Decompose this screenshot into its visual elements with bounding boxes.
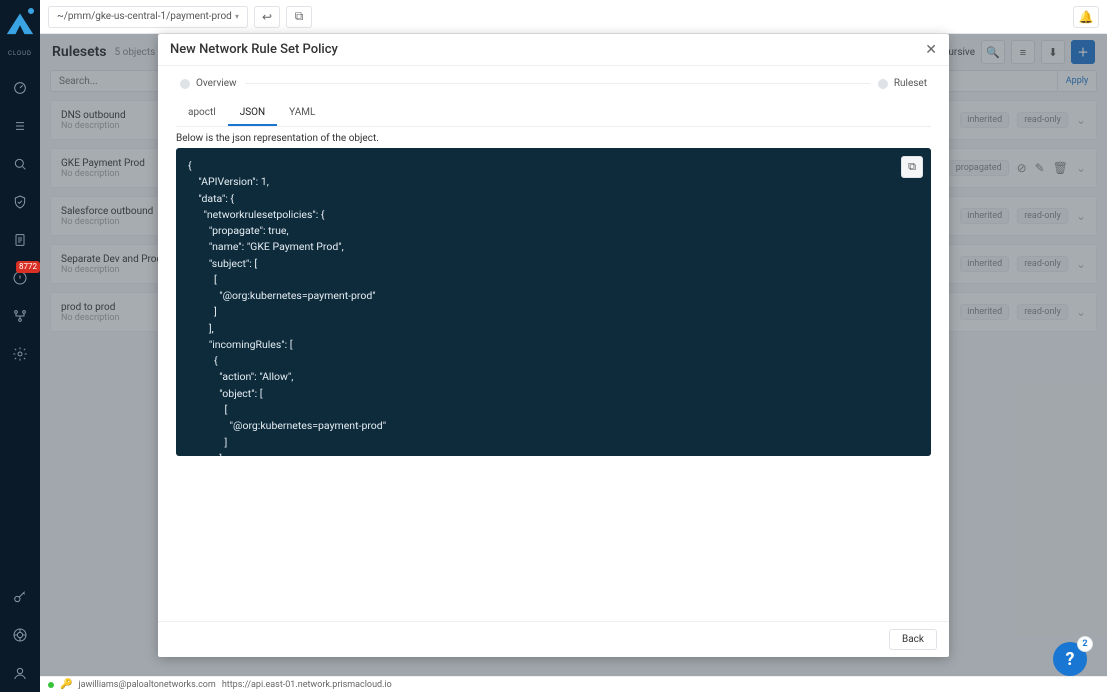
nav-support-icon[interactable]: [0, 616, 40, 654]
code-tabs: apoctl JSON YAML: [176, 101, 931, 127]
modal-dialog: New Network Rule Set Policy ✕ Overview R…: [158, 34, 949, 657]
brand-logo[interactable]: [0, 10, 40, 50]
step-label-overview: Overview: [196, 78, 237, 89]
left-sidebar: CLOUD 8772: [0, 0, 40, 692]
nav-shield-icon[interactable]: [0, 183, 40, 221]
status-url: https://api.east-01.network.prismacloud.…: [222, 680, 392, 690]
notifications-icon[interactable]: 🔔: [1073, 6, 1099, 28]
copy-path-icon[interactable]: ⧉: [286, 6, 312, 28]
back-history-icon[interactable]: ↩: [254, 6, 280, 28]
tab-json[interactable]: JSON: [228, 101, 277, 126]
nav-alert-icon[interactable]: 8772: [0, 259, 40, 297]
back-button[interactable]: Back: [889, 629, 937, 650]
modal-footer: Back: [158, 621, 949, 657]
wizard-stepper: Overview Ruleset: [176, 78, 931, 89]
nav-topology-icon[interactable]: [0, 297, 40, 335]
namespace-select[interactable]: ~/pmm/gke-us-central-1/payment-prod ▾: [48, 6, 248, 28]
json-code-block: ⧉ { "APIVersion": 1, "data": { "networkru…: [176, 148, 931, 456]
nav-user-icon[interactable]: [0, 654, 40, 692]
chevron-down-icon: ▾: [235, 12, 239, 21]
nav-doc-icon[interactable]: [0, 221, 40, 259]
status-user: jawilliams@paloaltonetworks.com: [78, 680, 215, 690]
alert-badge: 8772: [16, 261, 40, 273]
copy-code-button[interactable]: ⧉: [901, 156, 923, 178]
nav-dashboard-icon[interactable]: [0, 69, 40, 107]
modal-header: New Network Rule Set Policy ✕: [158, 34, 949, 66]
help-badge: 2: [1077, 636, 1093, 652]
step-label-ruleset: Ruleset: [894, 78, 927, 89]
help-button[interactable]: ? 2: [1053, 642, 1087, 676]
step-dot-overview[interactable]: [180, 79, 190, 89]
modal-body: Overview Ruleset apoctl JSON YAML Below …: [158, 66, 949, 621]
brand-text: CLOUD: [8, 50, 32, 57]
nav-search-icon[interactable]: [0, 145, 40, 183]
tab-apoctl[interactable]: apoctl: [176, 101, 228, 126]
step-dot-ruleset[interactable]: [878, 79, 888, 89]
key-icon: 🔑: [60, 679, 72, 690]
connection-status-icon: [48, 682, 54, 688]
json-description: Below is the json representation of the …: [176, 133, 931, 144]
close-icon[interactable]: ✕: [925, 42, 937, 58]
nav-list-icon[interactable]: [0, 107, 40, 145]
nav-settings-icon[interactable]: [0, 335, 40, 373]
code-content: { "APIVersion": 1, "data": { "networkrul…: [188, 159, 386, 456]
nav-key-icon[interactable]: [0, 578, 40, 616]
step-line: [245, 83, 870, 84]
breadcrumb-path: ~/pmm/gke-us-central-1/payment-prod: [57, 11, 232, 22]
topbar: ~/pmm/gke-us-central-1/payment-prod ▾ ↩ …: [40, 0, 1107, 34]
modal-title: New Network Rule Set Policy: [170, 42, 338, 57]
tab-yaml[interactable]: YAML: [277, 101, 327, 126]
status-bar: 🔑 jawilliams@paloaltonetworks.com https:…: [40, 676, 1107, 692]
